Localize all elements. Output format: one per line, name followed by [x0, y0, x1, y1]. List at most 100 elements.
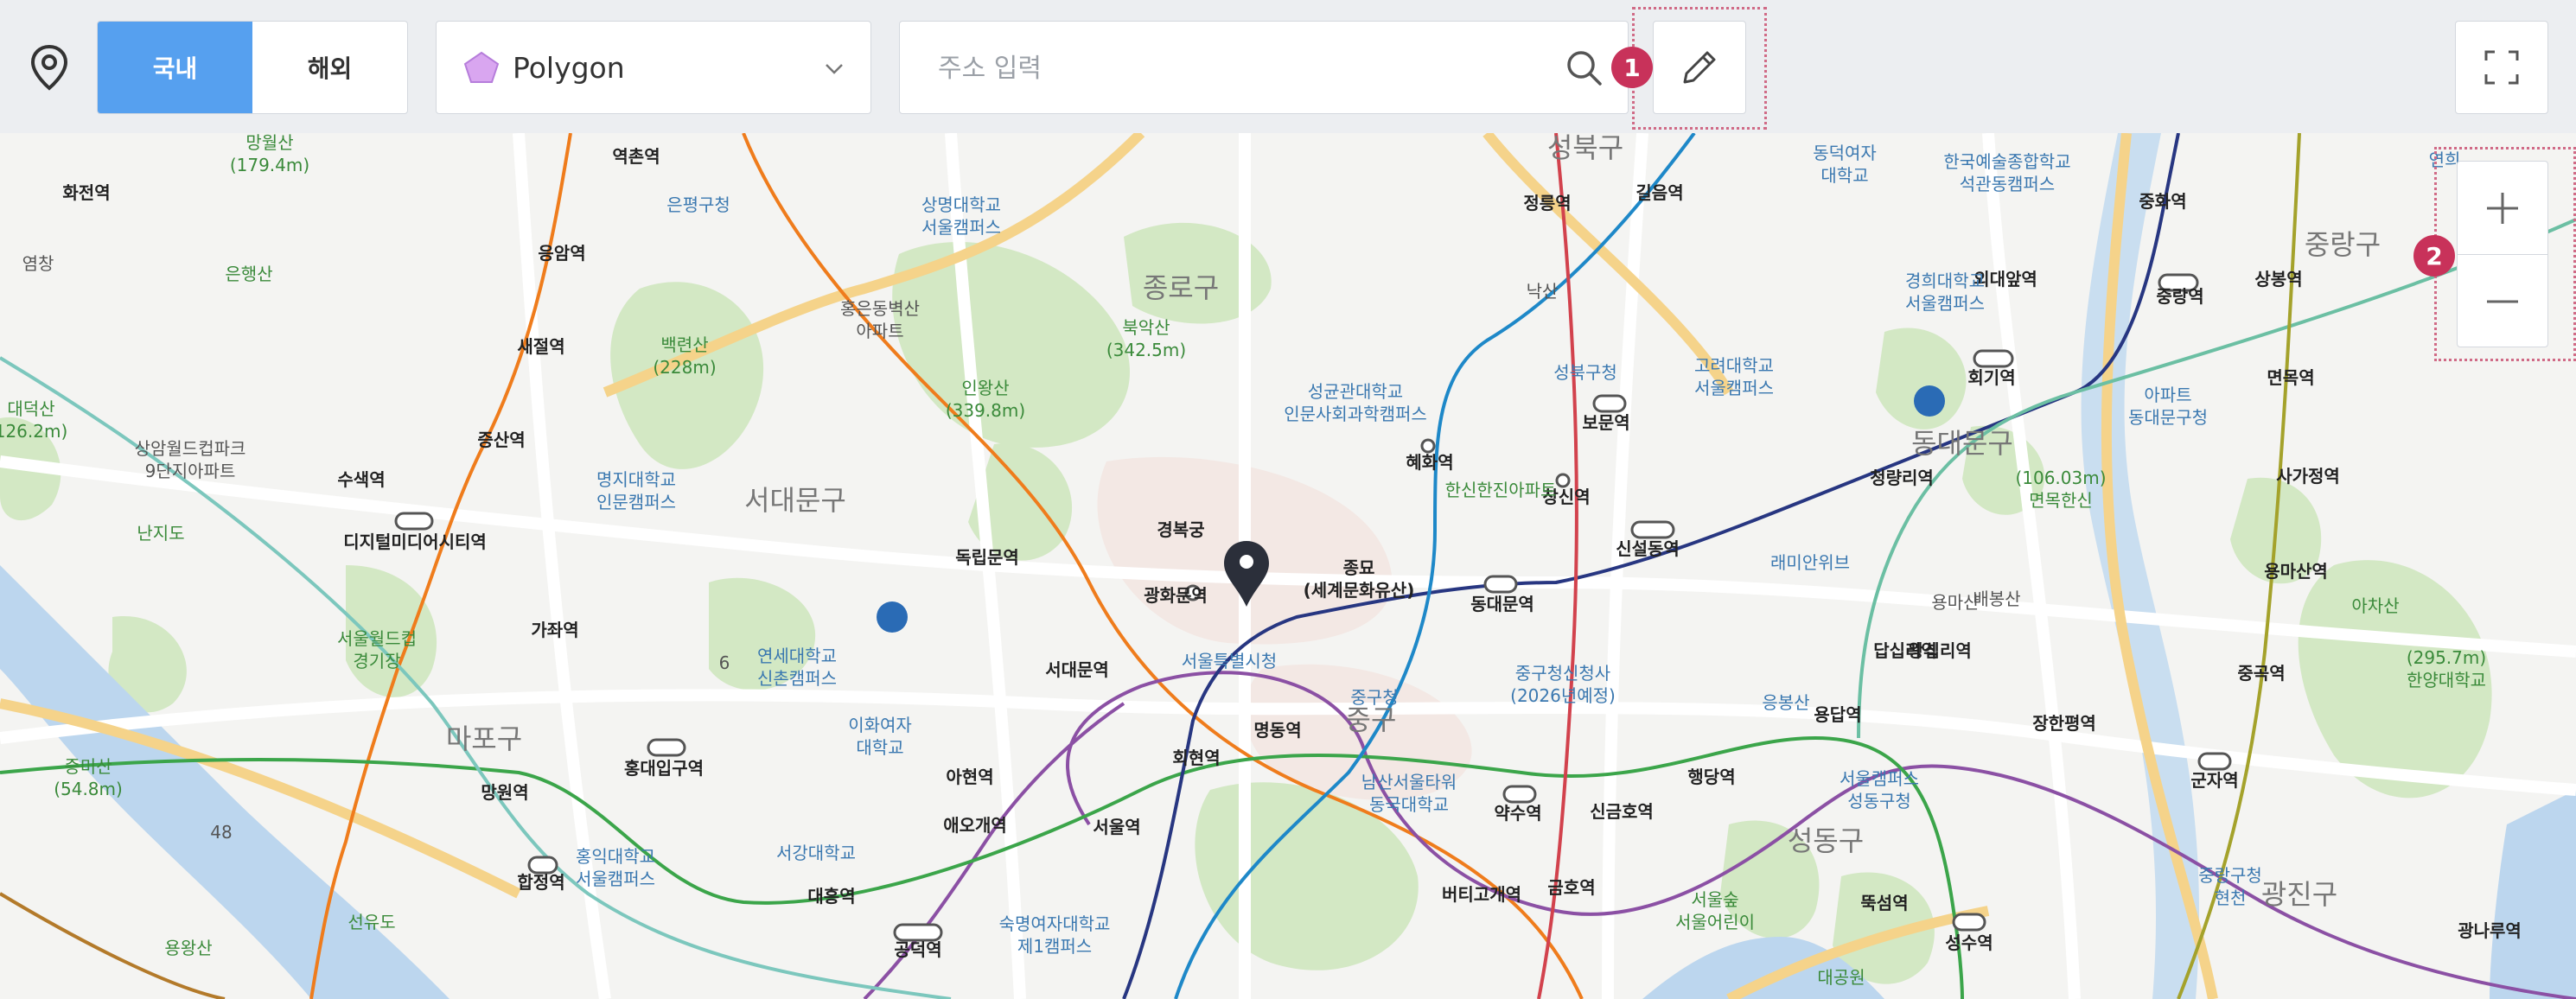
place-label: 면목한신 — [2029, 490, 2093, 511]
station-label: 뚝섬역 — [1860, 893, 1908, 913]
place-label: 난지도 — [137, 523, 184, 544]
station-label: 버티고개역 — [1442, 884, 1521, 905]
station-label: 합정역 — [517, 872, 564, 893]
district-label: 동대문구 — [1911, 427, 2013, 460]
station-label: 광화문역 — [1144, 585, 1208, 606]
place-label: 선유도 — [348, 912, 395, 932]
place-label: 상명대학교 — [921, 194, 1001, 215]
fullscreen-button[interactable] — [2455, 21, 2548, 114]
map-pin-outline-icon — [30, 44, 68, 91]
place-label: (295.7m) — [2407, 647, 2486, 668]
district-label: 중구 — [1346, 703, 1397, 736]
place-label: 서울캠퍼스 — [1905, 293, 1985, 314]
place-label: 용마산 — [1931, 592, 1979, 613]
station-label: 보문역 — [1582, 412, 1629, 433]
place-label: 홍은동벽산 — [840, 298, 920, 319]
station-label: 혜화역 — [1406, 452, 1453, 473]
shape-type-select[interactable]: Polygon — [436, 21, 871, 114]
place-label: 북악산 — [1122, 317, 1170, 338]
station-label: 증산역 — [477, 430, 525, 450]
pentagon-icon — [463, 51, 500, 83]
map-canvas[interactable]: 성북구 종로구 서대문구 동대문구 중랑구 중구 마포구 성동구 광진구 역촌역… — [0, 133, 2576, 999]
zoom-out-button[interactable] — [2458, 254, 2547, 347]
zoom-control — [2457, 161, 2548, 347]
place-label: 인문사회과학캠퍼스 — [1284, 404, 1427, 424]
station-label: 회현역 — [1172, 748, 1220, 768]
station-label: 새절역 — [517, 336, 564, 357]
station-label: 장한평역 — [2032, 713, 2096, 734]
overseas-tab[interactable]: 해외 — [252, 22, 407, 113]
place-label: 대공원 — [1817, 967, 1865, 988]
place-label: 서강대학교 — [776, 843, 856, 863]
place-label: 남산서울타워 — [1361, 772, 1457, 792]
district-label: 성동구 — [1788, 824, 1864, 857]
place-label: 고려대학교 — [1694, 355, 1774, 376]
station-label: 응암역 — [538, 243, 585, 264]
place-label: 서울특별시청 — [1182, 651, 1277, 671]
place-label: 아차산 — [2351, 595, 2399, 616]
place-label: 현천 — [2215, 888, 2247, 908]
minus-icon — [2487, 300, 2518, 302]
station-label: 서대문역 — [1045, 659, 1109, 680]
domestic-tab[interactable]: 국내 — [98, 22, 252, 113]
plus-icon — [2487, 192, 2518, 224]
station-label: 광나루역 — [2458, 920, 2522, 941]
zoom-in-button[interactable] — [2458, 162, 2547, 254]
place-label: 응봉산 — [1762, 692, 1809, 713]
place-label: (339.8m) — [946, 400, 1025, 421]
place-label: 동국대학교 — [1369, 794, 1449, 815]
station-label: 사가정역 — [2276, 466, 2340, 487]
station-label: 독립문역 — [955, 547, 1019, 568]
station-label: (세계문화유산) — [1304, 580, 1415, 601]
station-label: 애오개역 — [943, 815, 1007, 836]
place-label: 중구청 — [1350, 687, 1398, 708]
station-label: 동대문역 — [1470, 594, 1534, 614]
place-label: 홍익대학교 — [576, 846, 655, 867]
place-label: 상암월드컵파크 — [135, 438, 246, 459]
place-label: 126.2m) — [0, 421, 67, 442]
station-label: 군자역 — [2190, 770, 2238, 791]
place-label: 서울캠퍼스 — [921, 217, 1001, 238]
place-label: 낙산 — [1527, 281, 1559, 302]
map-toolbar: 국내 해외 Polygon 1 — [0, 0, 2576, 133]
chevron-down-icon — [826, 64, 843, 74]
place-label: 서울캠퍼스 — [1694, 378, 1774, 398]
district-label: 성북구 — [1547, 133, 1623, 164]
station-label: 금호역 — [1547, 877, 1595, 898]
station-label: 중화역 — [2139, 191, 2186, 212]
district-label: 중랑구 — [2305, 228, 2381, 261]
place-label: 성동구청 — [1847, 791, 1911, 811]
place-label: 경희대학교 — [1905, 270, 1985, 291]
station-label: 홍대입구역 — [624, 758, 704, 779]
place-label: 은평구청 — [666, 194, 730, 215]
station-label: 중곡역 — [2237, 663, 2285, 684]
station-label: 서울역 — [1093, 817, 1140, 837]
station-label: 신설동역 — [1616, 538, 1680, 559]
place-label: 동덕여자 — [1813, 143, 1877, 163]
station-label: 정릉역 — [1523, 193, 1571, 213]
place-label: 동대문구청 — [2128, 407, 2208, 428]
station-label: 종묘 — [1343, 557, 1375, 578]
place-label: 6 — [719, 652, 730, 673]
place-label: 서울월드컵 — [337, 628, 417, 649]
address-input[interactable] — [936, 48, 1545, 89]
station-label: 상봉역 — [2254, 269, 2302, 290]
station-label: 중랑역 — [2156, 286, 2203, 307]
station-label: 용답역 — [1814, 704, 1861, 725]
location-button[interactable] — [21, 36, 78, 99]
station-label: 수색역 — [337, 469, 385, 490]
edit-button[interactable] — [1653, 21, 1746, 114]
place-label: (228m) — [653, 357, 716, 378]
place-label: (179.4m) — [230, 155, 309, 175]
place-label: 성균관대학교 — [1308, 381, 1403, 402]
station-label: 답십리역 — [1873, 640, 1937, 661]
place-label: 신촌캠퍼스 — [757, 668, 837, 689]
station-label: 경복궁 — [1157, 519, 1204, 540]
station-label: 화전역 — [62, 182, 110, 203]
search-icon[interactable] — [1564, 48, 1605, 89]
place-label: 서울숲 — [1691, 889, 1738, 910]
station-label: 길음역 — [1636, 182, 1683, 203]
place-label: 대덕산 — [7, 398, 54, 419]
place-label: 대학교 — [856, 737, 903, 758]
place-label: 이화여자 — [848, 715, 912, 735]
